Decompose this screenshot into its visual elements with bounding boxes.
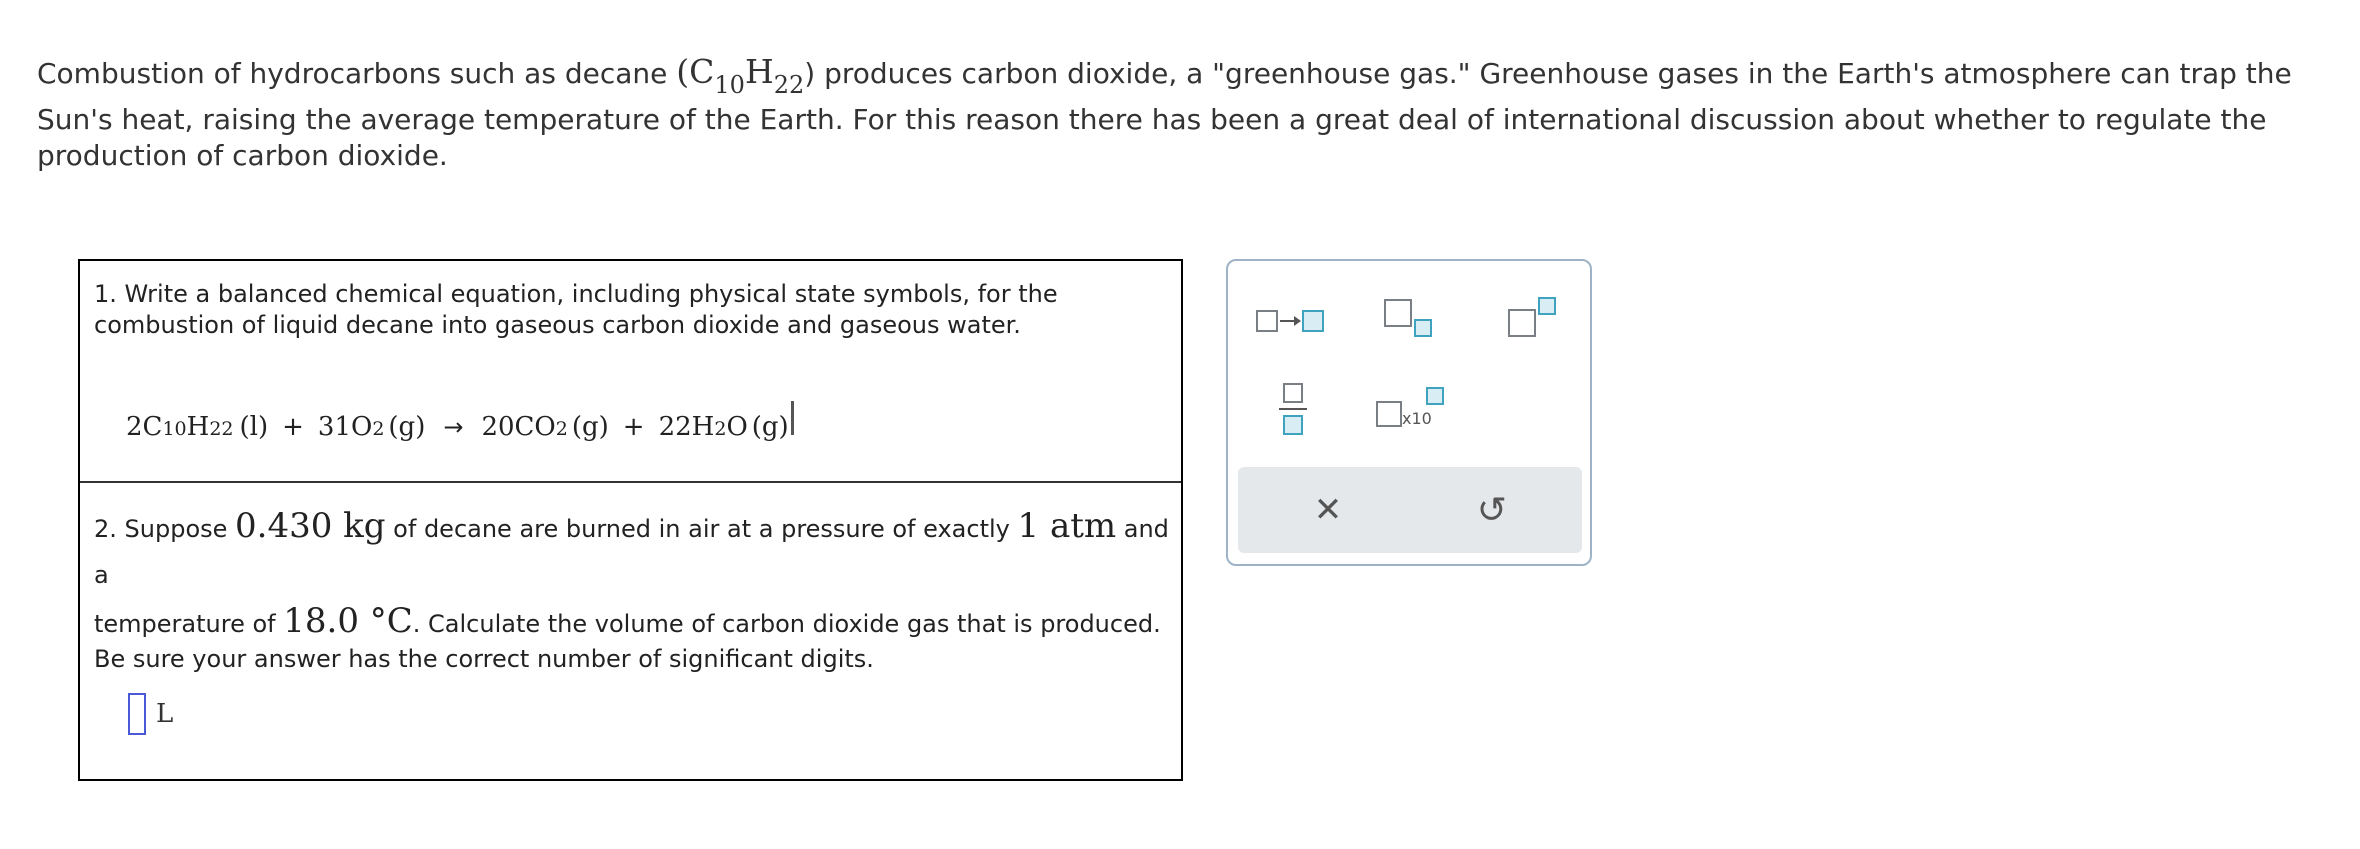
question-2-prompt: 2. Suppose 0.430 kg of decane are burned… xyxy=(94,506,1169,673)
question-1: 1. Write a balanced chemical equation, i… xyxy=(80,261,1181,483)
question-panel: 1. Write a balanced chemical equation, i… xyxy=(78,259,1183,781)
text-cursor xyxy=(790,401,794,435)
math-toolbox: x10 ✕ ↺ xyxy=(1226,259,1592,566)
undo-button[interactable]: ↺ xyxy=(1462,485,1522,535)
intro-text-rest: Sun's heat, raising the average temperat… xyxy=(37,103,2267,172)
answer-unit: L xyxy=(156,699,174,729)
question-1-prompt: 1. Write a balanced chemical equation, i… xyxy=(94,280,1058,339)
arrow-template-icon xyxy=(1252,301,1332,341)
x10-label: x10 xyxy=(1402,409,1432,428)
volume-answer-input[interactable] xyxy=(128,693,146,735)
subscript-icon xyxy=(1378,293,1438,349)
superscript-icon xyxy=(1502,293,1562,349)
clear-button[interactable]: ✕ xyxy=(1298,485,1358,535)
intro-text-end: produces carbon dioxide, a "greenhouse g… xyxy=(815,57,2292,90)
action-bar: ✕ ↺ xyxy=(1238,467,1582,553)
pressure-value: 1 atm xyxy=(1017,506,1117,546)
fraction-icon xyxy=(1268,379,1318,441)
decane-formula: (C10H22 xyxy=(676,52,805,99)
subscript-button[interactable] xyxy=(1378,293,1438,349)
arrow-template-button[interactable] xyxy=(1252,301,1332,341)
undo-icon: ↺ xyxy=(1476,489,1508,531)
equation-input[interactable]: 2C 10 H 22 (l) + 31O 2 (g) → 20CO 2 (g) + 22H 2 O(… xyxy=(126,401,794,451)
mass-value: 0.430 kg xyxy=(235,506,386,546)
superscript-button[interactable] xyxy=(1502,293,1562,349)
close-icon: ✕ xyxy=(1313,490,1343,530)
fraction-button[interactable] xyxy=(1268,379,1318,441)
answer-row: L xyxy=(128,693,173,735)
scientific-notation-icon: x10 xyxy=(1368,381,1458,437)
temperature-value: 18.0 °C xyxy=(283,601,413,641)
scientific-notation-button[interactable]: x10 xyxy=(1368,381,1458,437)
question-2: 2. Suppose 0.430 kg of decane are burned… xyxy=(80,481,1181,781)
intro-text-start: Combustion of hydrocarbons such as decan… xyxy=(37,57,677,90)
reaction-arrow: → xyxy=(443,413,464,441)
problem-intro: Combustion of hydrocarbons such as decan… xyxy=(37,50,2327,174)
